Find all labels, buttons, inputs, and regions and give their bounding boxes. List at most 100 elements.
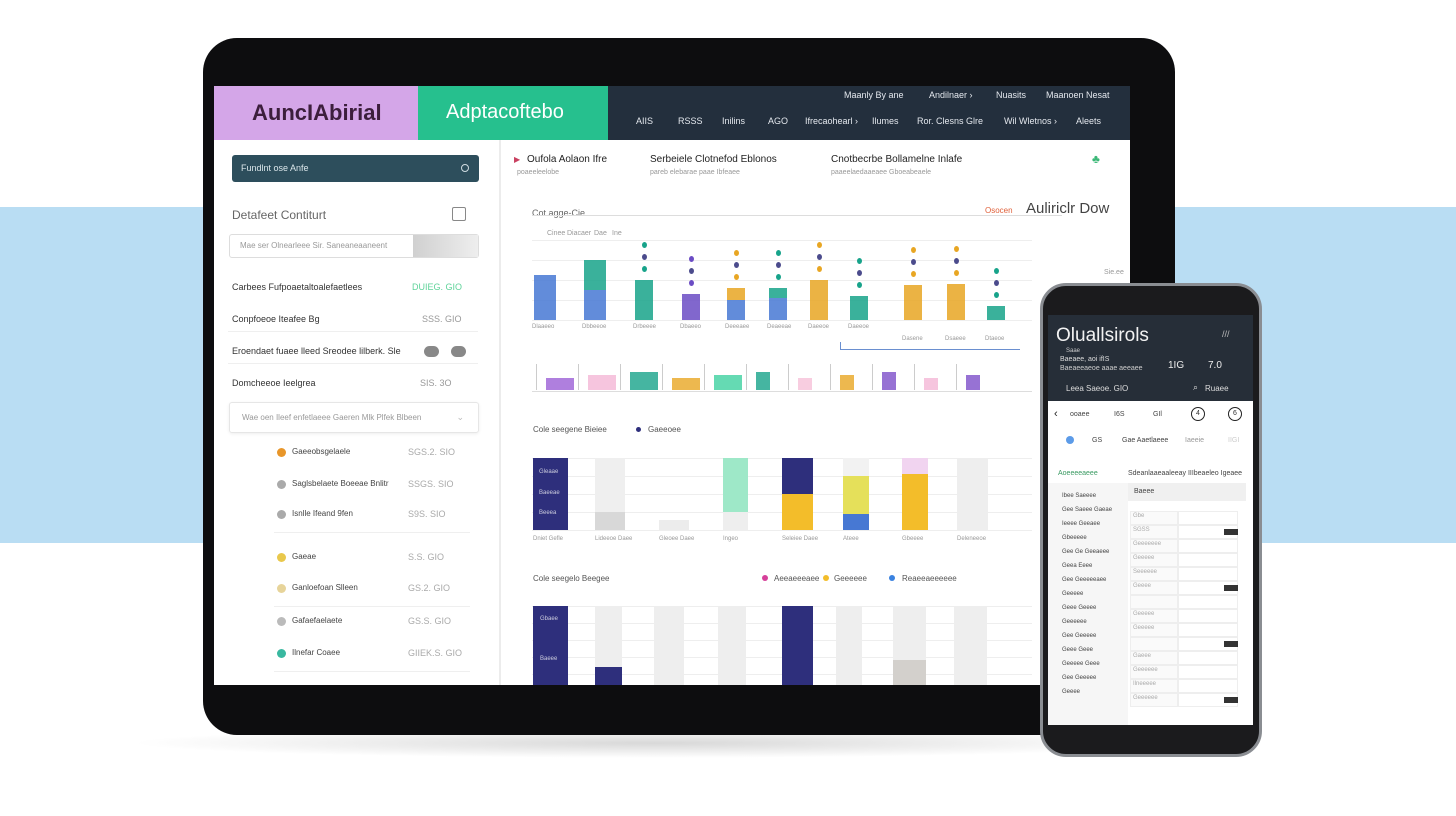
chart-bar[interactable] xyxy=(810,280,828,320)
chart-bar[interactable] xyxy=(682,294,700,320)
chart-bar[interactable] xyxy=(769,288,787,298)
chart-bar[interactable] xyxy=(654,606,684,685)
mini-bar[interactable] xyxy=(630,372,658,390)
logo[interactable]: AuncIAbirial xyxy=(252,100,382,126)
chart-bar[interactable] xyxy=(954,606,987,685)
chart-bar[interactable] xyxy=(843,476,869,514)
mini-bar[interactable] xyxy=(882,372,896,390)
note-icon[interactable] xyxy=(452,207,466,221)
chart-bar[interactable] xyxy=(902,474,928,530)
phone-filter[interactable]: Leea Saeoe. GIO xyxy=(1066,384,1128,393)
table-cell[interactable] xyxy=(1178,511,1238,525)
chart1-badge[interactable]: Osocen xyxy=(985,206,1013,215)
chart-bar[interactable] xyxy=(987,306,1005,320)
mini-bar[interactable] xyxy=(672,378,700,390)
chart-bar[interactable] xyxy=(727,300,745,320)
chart-bar[interactable] xyxy=(893,660,926,685)
clover-icon[interactable]: ♣ xyxy=(1092,152,1100,166)
brand-name[interactable]: Adptacoftebo xyxy=(446,101,564,124)
list-item-label[interactable]: Isnlle Ifeand 9fen xyxy=(292,509,353,518)
nav-item[interactable]: Inilins xyxy=(722,116,745,126)
chart-bar[interactable] xyxy=(902,458,928,474)
chart-bar[interactable] xyxy=(843,514,869,530)
tab-2[interactable]: Serbeiele Clotnefod Eblonos xyxy=(650,154,777,165)
tab-1[interactable]: Oufola Aolaon Ifre xyxy=(527,154,607,165)
phone-tab-badge[interactable]: 4 xyxy=(1191,407,1205,421)
mini-bar[interactable] xyxy=(588,375,616,390)
mini-bar[interactable] xyxy=(924,378,938,390)
list-item-label[interactable]: Ilnefar Coaee xyxy=(292,648,340,657)
chart-bar[interactable] xyxy=(534,275,556,320)
chart-bar[interactable] xyxy=(782,606,813,685)
mini-bar[interactable] xyxy=(546,378,574,390)
top-link[interactable]: Maanly By ane xyxy=(844,90,904,100)
phone-tab[interactable]: ooaee xyxy=(1070,411,1089,418)
chart-bar[interactable] xyxy=(723,458,748,512)
search-icon[interactable]: ⌕ xyxy=(1193,382,1198,393)
nav-item[interactable]: RSSS xyxy=(678,116,703,126)
list-item-label[interactable]: Ganloefoan Slleen xyxy=(292,583,358,592)
top-link[interactable]: Maanoen Nesat xyxy=(1046,90,1110,100)
table-cell[interactable] xyxy=(1178,539,1238,553)
nav-item[interactable]: Ror. Clesns Glre xyxy=(917,116,983,126)
nav-item[interactable]: AIIS xyxy=(636,116,653,126)
chart-bar[interactable] xyxy=(595,512,625,530)
top-link[interactable]: Nuasits xyxy=(996,90,1026,100)
radio-icon[interactable] xyxy=(1066,436,1074,444)
chart-bar[interactable] xyxy=(635,280,653,320)
back-icon[interactable]: ‹ xyxy=(1054,408,1058,420)
chart-bar[interactable] xyxy=(727,288,745,300)
table-cell[interactable] xyxy=(1178,567,1238,581)
nav-item[interactable]: AGO xyxy=(768,116,788,126)
filter-input[interactable]: Mae ser Olnearleee Sir. Saneaneaaneent xyxy=(229,234,479,258)
tab-3[interactable]: Cnotbecrbe Bollamelne Inlafe xyxy=(831,154,962,165)
search-input[interactable]: Fundlnt ose Anfe xyxy=(241,163,309,173)
toggle-icon[interactable] xyxy=(451,346,466,357)
table-cell[interactable] xyxy=(1178,665,1238,679)
chart-bar[interactable] xyxy=(595,458,625,512)
chart-bar[interactable] xyxy=(836,606,862,685)
toggle-icon[interactable] xyxy=(424,346,439,357)
phone-chip[interactable]: GS xyxy=(1092,437,1102,444)
mini-bar[interactable] xyxy=(966,375,980,390)
dropdown-select[interactable]: Wae oen Ileef enfetlaeee Gaeren Mlk Plfe… xyxy=(229,402,479,433)
chart-bar[interactable] xyxy=(723,512,748,530)
table-cell[interactable] xyxy=(1130,595,1178,609)
chart-bar[interactable] xyxy=(584,290,606,320)
table-cell[interactable] xyxy=(1178,609,1238,623)
nav-item[interactable]: Wil Wletnos › xyxy=(1004,116,1057,126)
chart-bar[interactable] xyxy=(843,458,869,476)
chart-bar[interactable] xyxy=(904,285,922,320)
nav-item[interactable]: Ifrecaohearl › xyxy=(805,116,858,126)
sidebar-search[interactable]: Fundlnt ose Anfe xyxy=(232,155,479,182)
mini-bar[interactable] xyxy=(714,375,742,390)
phone-tab[interactable]: GIl xyxy=(1153,411,1162,418)
list-item-label[interactable]: Gaeae xyxy=(292,552,316,561)
nav-item[interactable]: Ilumes xyxy=(872,116,899,126)
chart-bar[interactable] xyxy=(718,606,746,685)
list-item-label[interactable]: Gaeeobsgelaele xyxy=(292,447,350,456)
list-item-label[interactable]: Gafaefaelaete xyxy=(292,616,342,625)
phone-search[interactable]: Ruaee xyxy=(1205,384,1229,393)
mini-bar[interactable] xyxy=(756,372,770,390)
chart-bar[interactable] xyxy=(850,296,868,320)
chart-bar[interactable] xyxy=(595,667,622,685)
table-cell[interactable] xyxy=(1178,623,1238,637)
list-item-label[interactable]: Saglsbelaete Boeeae Bnlitr xyxy=(292,479,389,488)
chart-bar[interactable] xyxy=(659,520,689,530)
table-cell[interactable] xyxy=(1178,651,1238,665)
chart-bar[interactable] xyxy=(782,494,813,530)
chart-bar[interactable] xyxy=(584,260,606,290)
phone-chip[interactable]: Gae Aaetlaeee xyxy=(1122,437,1168,444)
table-cell[interactable] xyxy=(1130,637,1178,651)
phone-chip[interactable]: Iaeeie xyxy=(1185,437,1204,444)
chart-bar[interactable] xyxy=(957,458,988,530)
chart-bar[interactable] xyxy=(782,458,813,494)
table-cell[interactable] xyxy=(1178,553,1238,567)
top-link[interactable]: Andilnaer › xyxy=(929,90,973,100)
phone-chip[interactable]: IIGI xyxy=(1228,437,1239,444)
phone-tab[interactable]: I6S xyxy=(1114,411,1125,418)
mini-bar[interactable] xyxy=(840,375,854,390)
search-icon[interactable] xyxy=(461,164,469,172)
table-cell[interactable] xyxy=(1178,595,1238,609)
